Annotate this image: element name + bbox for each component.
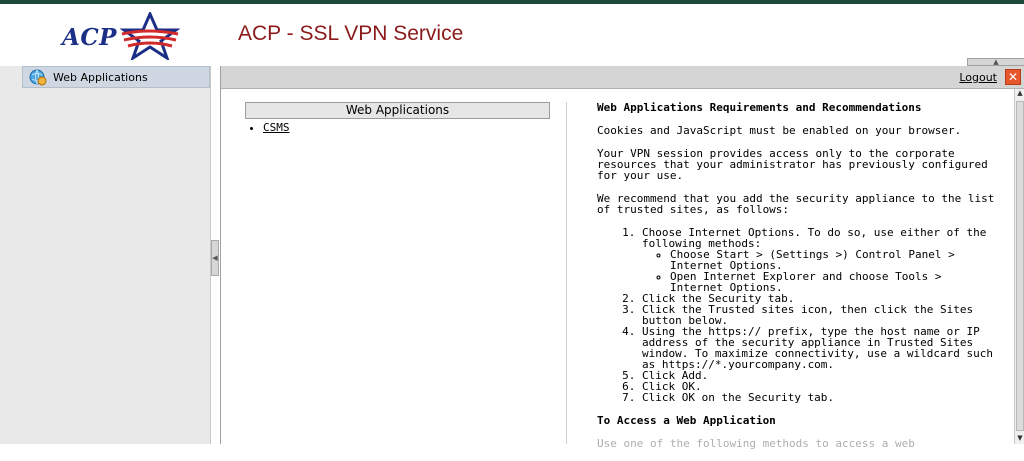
globe-apps-icon [29,69,47,86]
collapse-arrow-icon: ◀ [212,254,218,262]
acp-logo: ACP [62,12,192,62]
requirements-column: Web Applications Requirements and Recomm… [597,102,997,461]
close-icon: ✕ [1007,70,1019,84]
requirements-paragraph-1: Cookies and JavaScript must be enabled o… [597,124,962,137]
page-title: ACP - SSL VPN Service [238,22,464,45]
step-item: Choose Internet Options. To do so, use e… [642,227,997,293]
scroll-up-icon[interactable]: ▲ [1015,89,1024,99]
panel-toolbar: Logout ✕ [221,66,1024,89]
main-panel: ▲ Logout ✕ Web Applications CSMS Web App… [220,58,1024,449]
close-button[interactable]: ✕ [1005,69,1021,85]
scroll-thumb[interactable] [1016,101,1024,431]
requirements-paragraph-2: Your VPN session provides access only to… [597,147,988,182]
logo-text: ACP [62,24,117,51]
page-header: ACP ACP - SSL VPN Service [0,4,1024,62]
scroll-down-icon[interactable]: ▼ [1015,434,1024,444]
steps-list: Choose Internet Options. To do so, use e… [597,227,997,403]
web-apps-header: Web Applications [245,102,550,119]
requirements-title: Web Applications Requirements and Recomm… [597,101,922,114]
web-apps-column: Web Applications CSMS [245,102,550,134]
vertical-scrollbar[interactable]: ▲ ▼ [1014,89,1024,444]
logout-link[interactable]: Logout [959,71,997,84]
app-link-csms[interactable]: CSMS [263,121,290,134]
step-item: Click OK on the Security tab. [642,392,997,403]
sidebar-splitter-handle[interactable]: ◀ [211,240,219,276]
panel-scroll-up-button[interactable]: ▲ [967,58,1024,66]
step-item: Using the https:// prefix, type the host… [642,326,997,370]
requirements-paragraph-3: We recommend that you add the security a… [597,192,995,216]
sub-steps-list: Choose Start > (Settings >) Control Pane… [642,249,997,293]
access-title: To Access a Web Application [597,414,776,427]
star-icon [120,12,180,60]
step-item: Click the Trusted sites icon, then click… [642,304,997,326]
column-divider [566,102,567,444]
sub-step-item: Open Internet Explorer and choose Tools … [670,271,997,293]
sidebar-item-web-applications[interactable]: Web Applications [22,66,210,88]
list-item: CSMS [263,121,550,134]
web-apps-list: CSMS [245,121,550,134]
sidebar: Web Applications [0,66,211,444]
sidebar-item-label: Web Applications [53,70,148,84]
sub-step-item: Choose Start > (Settings >) Control Pane… [670,249,997,271]
